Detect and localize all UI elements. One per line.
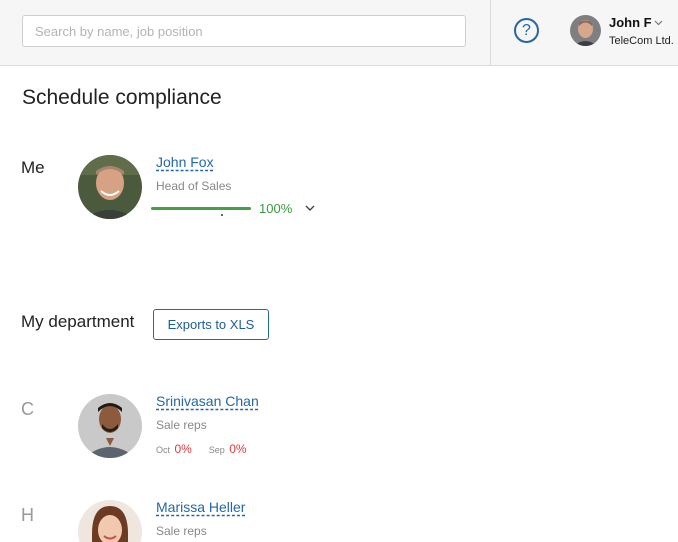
month-label: Sep <box>208 445 225 455</box>
avatar[interactable] <box>78 394 142 458</box>
header-divider <box>490 0 491 66</box>
progress-marker <box>221 214 223 216</box>
page-title: Schedule compliance <box>22 86 222 109</box>
search-input[interactable] <box>22 15 466 47</box>
user-company: TeleCom Ltd. <box>609 35 674 47</box>
progress-fill <box>151 207 251 210</box>
top-bar: ? John F TeleCom Ltd. <box>0 0 678 66</box>
person-name-link[interactable]: Srinivasan Chan <box>156 393 259 409</box>
person-name-link[interactable]: John Fox <box>156 154 214 170</box>
user-avatar[interactable] <box>570 15 601 46</box>
person-role: Sale reps <box>156 524 207 538</box>
chevron-down-icon[interactable] <box>654 18 663 27</box>
compliance-percent: 100% <box>259 201 293 216</box>
month-value: 0% <box>174 442 192 456</box>
monthly-compliance: Oct 0% Sep 0% <box>156 440 247 458</box>
month-value: 0% <box>229 442 247 456</box>
export-xls-button[interactable]: Exports to XLS <box>153 309 269 340</box>
person-name-link[interactable]: Marissa Heller <box>156 499 245 515</box>
avatar[interactable] <box>78 155 142 219</box>
help-icon[interactable]: ? <box>514 18 539 43</box>
month-label: Oct <box>156 445 171 455</box>
group-letter: H <box>21 505 34 525</box>
group-letter: C <box>21 399 34 419</box>
avatar[interactable] <box>78 500 142 542</box>
person-role: Sale reps <box>156 418 207 432</box>
compliance-progress-bar <box>151 207 251 210</box>
chevron-down-icon[interactable] <box>305 204 315 212</box>
person-role: Head of Sales <box>156 179 232 193</box>
user-name[interactable]: John F <box>609 15 652 30</box>
section-label-me: Me <box>21 158 45 177</box>
section-label-department: My department <box>21 312 135 331</box>
